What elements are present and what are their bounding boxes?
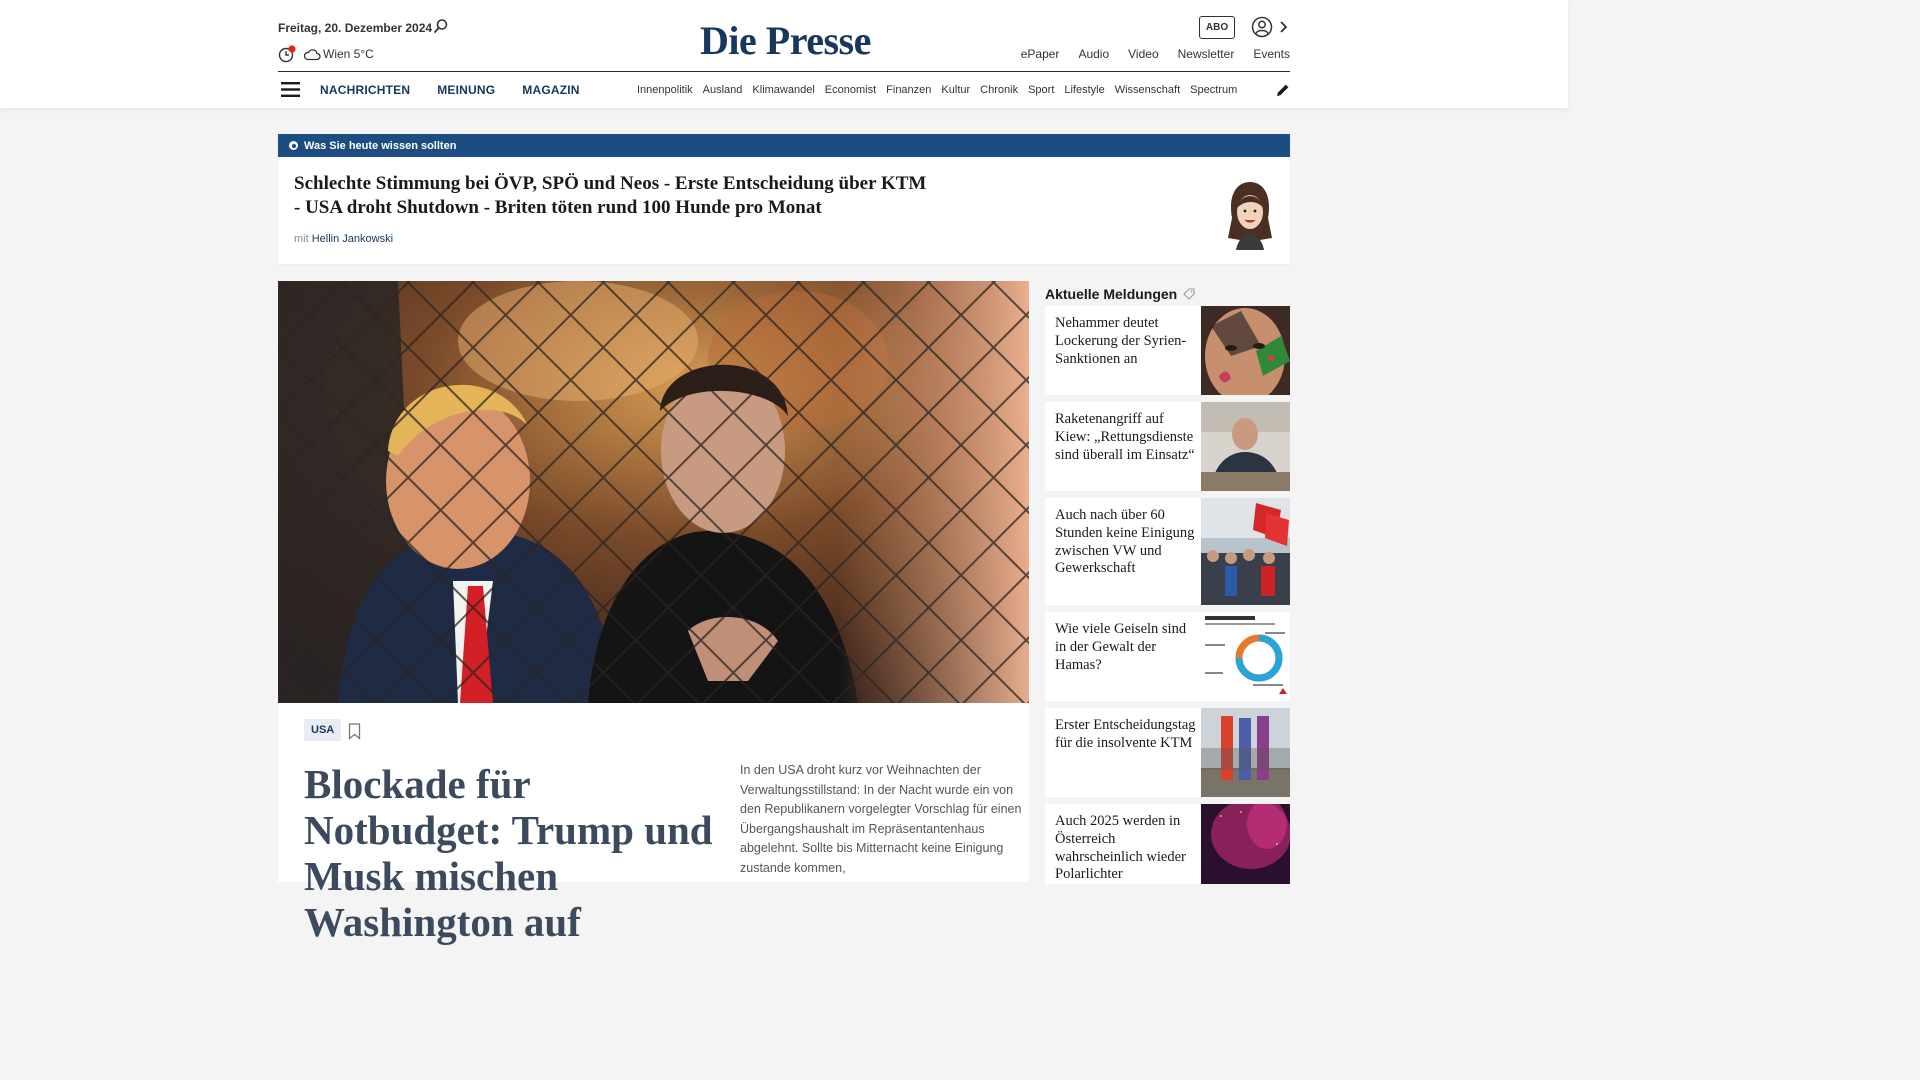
link-audio[interactable]: Audio xyxy=(1078,47,1109,61)
news-item-title[interactable]: Auch 2025 werden in Österreich wahrschei… xyxy=(1055,813,1197,884)
section-sport[interactable]: Sport xyxy=(1028,84,1054,96)
bookmark-icon[interactable] xyxy=(348,723,361,740)
link-video[interactable]: Video xyxy=(1128,47,1158,61)
top-links: ePaper Audio Video Newsletter Events xyxy=(1021,47,1290,61)
section-klimawandel[interactable]: Klimawandel xyxy=(752,84,814,96)
briefing-dot-icon xyxy=(289,141,298,150)
article-tag[interactable]: USA xyxy=(304,719,342,741)
news-item[interactable]: Nehammer deutet Lockerung der Sy­rien-Sa… xyxy=(1045,306,1290,395)
author-name[interactable]: Hellin Jankowski xyxy=(312,233,393,245)
news-item-title[interactable]: Raketenangriff auf Kiew: „Ret­tungsdiens… xyxy=(1055,411,1197,464)
news-item-image[interactable] xyxy=(1201,804,1290,884)
briefing-label: Was Sie heute wissen sollten xyxy=(304,139,457,152)
news-item-image[interactable] xyxy=(1201,498,1290,605)
news-item[interactable]: Wie viele Geiseln sind in der Gewalt der… xyxy=(1045,612,1290,701)
nav-divider xyxy=(278,71,1290,72)
author-portrait xyxy=(1228,182,1272,250)
news-item-title[interactable]: Nehammer deutet Lockerung der Sy­rien-Sa… xyxy=(1055,315,1197,368)
link-newsletter[interactable]: Newsletter xyxy=(1178,47,1235,61)
briefing-title[interactable]: Schlechte Stimmung bei ÖVP, SPÖ und Neos… xyxy=(294,172,934,220)
section-lifestyle[interactable]: Lifestyle xyxy=(1064,84,1104,96)
section-finanzen[interactable]: Finanzen xyxy=(886,84,931,96)
news-item-image[interactable] xyxy=(1201,708,1290,797)
lead-article-image[interactable] xyxy=(278,281,1029,703)
news-item-title[interactable]: Wie viele Geiseln sind in der Gewalt der… xyxy=(1055,621,1197,674)
link-events[interactable]: Events xyxy=(1253,47,1290,61)
news-item[interactable]: Auch 2025 werden in Österreich wahrschei… xyxy=(1045,804,1290,884)
section-ausland[interactable]: Ausland xyxy=(703,84,743,96)
section-innenpolitik[interactable]: Innenpolitik xyxy=(637,84,693,96)
author-prefix: mit xyxy=(294,233,309,245)
nav-magazin[interactable]: MAGAZIN xyxy=(522,83,579,97)
news-item[interactable]: Auch nach über 60 Stunden keine Einigung… xyxy=(1045,498,1290,605)
section-chronik[interactable]: Chronik xyxy=(980,84,1018,96)
abo-button[interactable]: ABO xyxy=(1199,16,1235,39)
tag-icon xyxy=(1183,287,1195,300)
current-date: Freitag, 20. Dezember 2024 xyxy=(278,21,433,35)
latest-news-title: Aktuelle Meldungen xyxy=(1045,285,1178,302)
news-item-title[interactable]: Erster Entschei­dungstag für die insolve… xyxy=(1055,717,1197,753)
weather-info[interactable]: Wien 5°C xyxy=(323,47,374,61)
news-item-title[interactable]: Auch nach über 60 Stunden keine Einigung… xyxy=(1055,507,1197,578)
latest-news-heading: Aktuelle Meldungen xyxy=(1045,281,1290,306)
news-item-image[interactable] xyxy=(1201,612,1290,701)
clock-icon[interactable] xyxy=(278,45,296,63)
section-kultur[interactable]: Kultur xyxy=(941,84,970,96)
section-nav: Innenpolitik Ausland Klimawandel Economi… xyxy=(637,84,1260,96)
site-header: Freitag, 20. Dezember 2024 Wien 5°C Die … xyxy=(0,0,1568,108)
main-nav: NACHRICHTEN MEINUNG MAGAZIN xyxy=(320,83,580,97)
nav-meinung[interactable]: MEINUNG xyxy=(437,83,495,97)
cloud-icon xyxy=(303,49,321,61)
daily-briefing[interactable]: Was Sie heute wissen sollten Schlechte S… xyxy=(278,134,1290,264)
user-account-icon[interactable] xyxy=(1251,16,1273,38)
news-item[interactable]: Raketenangriff auf Kiew: „Ret­tungsdiens… xyxy=(1045,402,1290,491)
search-icon[interactable] xyxy=(433,18,449,34)
lead-article-title[interactable]: Blockade für Notbudget: Trump und Musk m… xyxy=(304,761,734,945)
news-item-image[interactable] xyxy=(1201,306,1290,395)
nav-nachrichten[interactable]: NACHRICHTEN xyxy=(320,83,410,97)
section-spectrum[interactable]: Spectrum xyxy=(1190,84,1237,96)
section-economist[interactable]: Economist xyxy=(825,84,876,96)
news-item[interactable]: Erster Entschei­dungstag für die insolve… xyxy=(1045,708,1290,797)
lead-article[interactable]: USA Blockade für Notbudget: Trump und Mu… xyxy=(278,281,1029,945)
link-epaper[interactable]: ePaper xyxy=(1021,47,1060,61)
briefing-author: mit Hellin Jankowski xyxy=(294,233,393,245)
chevron-right-icon[interactable] xyxy=(1278,19,1288,35)
menu-icon[interactable] xyxy=(281,82,300,97)
briefing-bar: Was Sie heute wissen sollten xyxy=(278,134,1290,157)
news-item-image[interactable] xyxy=(1201,402,1290,491)
section-wissenschaft[interactable]: Wissenschaft xyxy=(1115,84,1180,96)
site-logo[interactable]: Die Presse xyxy=(700,17,871,64)
pencil-icon[interactable] xyxy=(1276,83,1290,97)
latest-news: Aktuelle Meldungen Nehammer deutet Locke… xyxy=(1045,281,1290,884)
lead-article-teaser: In den USA droht kurz vor Weihnachten de… xyxy=(740,763,1022,875)
